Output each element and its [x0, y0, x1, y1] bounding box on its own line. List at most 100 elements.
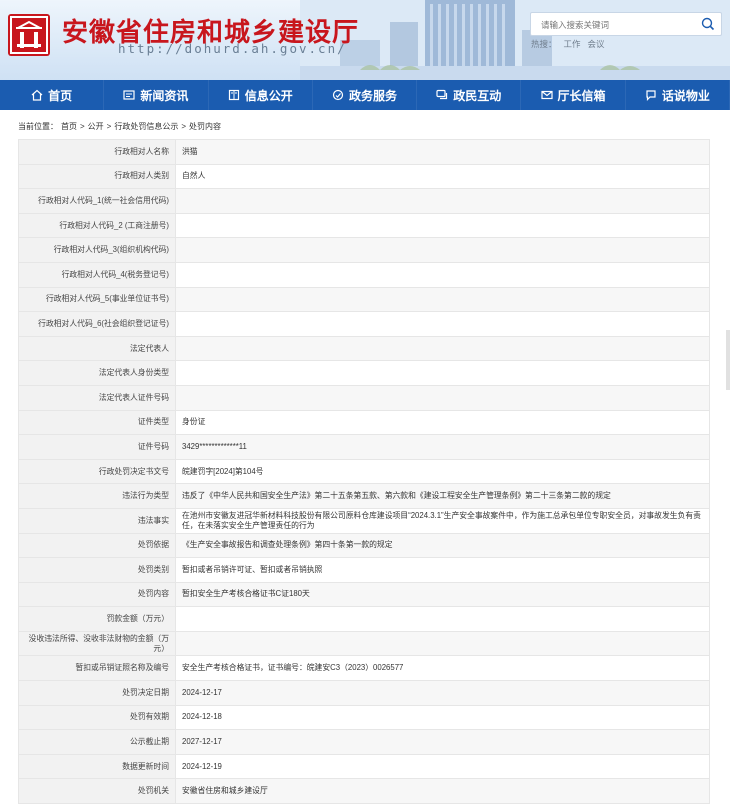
breadcrumb-prefix: 当前位置： [18, 122, 58, 131]
site-logo[interactable] [8, 14, 50, 56]
field-value: 《生产安全事故报告和调查处理条例》第四十条第一款的规定 [175, 532, 710, 559]
talk-icon [646, 90, 656, 101]
table-row: 行政相对人代码_5(事业单位证书号) [18, 286, 710, 313]
table-row: 处罚类别 暂扣或者吊销许可证、暂扣或者吊销执照 [18, 557, 710, 583]
field-label: 没收违法所得、没收非法财物的金额（万元） [18, 630, 176, 657]
penalty-detail-table: 行政相对人名称 洪猫 行政相对人类别 自然人 行政相对人代码_1(统一社会信用代码)… [18, 139, 710, 804]
field-label: 处罚决定日期 [18, 680, 176, 706]
nav-item-interaction[interactable]: 政民互动 [417, 80, 522, 110]
field-value [175, 360, 710, 386]
field-label: 处罚类别 [18, 557, 176, 583]
table-row: 数据更新时间 2024-12-19 [18, 753, 710, 780]
field-value: 暂扣安全生产考核合格证书C证180天 [175, 581, 710, 608]
search-box [530, 12, 722, 36]
site-header: 安徽省住房和城乡建设厅 http://dohurd.ah.gov.cn/ 热搜：… [0, 0, 730, 80]
field-value [175, 286, 710, 313]
table-row: 证件号码 3429*************11 [18, 434, 710, 460]
field-label: 行政相对人名称 [18, 139, 176, 165]
field-label: 行政相对人代码_3(组织机构代码) [18, 237, 176, 263]
table-row: 行政相对人代码_2 (工商注册号) [18, 212, 710, 239]
field-label: 行政相对人类别 [18, 163, 176, 190]
field-value: 自然人 [175, 163, 710, 190]
nav-item-home[interactable]: 首页 [0, 80, 105, 110]
table-row: 罚款金额（万元） [18, 606, 710, 632]
field-label: 行政相对人代码_1(统一社会信用代码) [18, 188, 176, 214]
table-row: 公示截止期 2027-12-17 [18, 729, 710, 755]
field-label: 行政相对人代码_4(税务登记号) [18, 261, 176, 288]
table-row: 处罚内容 暂扣安全生产考核合格证书C证180天 [18, 581, 710, 608]
breadcrumb-separator: > [80, 122, 85, 131]
table-row: 法定代表人证件号码 [18, 384, 710, 411]
field-value: 洪猫 [175, 139, 710, 165]
field-label: 行政相对人代码_5(事业单位证书号) [18, 286, 176, 313]
table-row: 违法事实 在池州市安徽友进冠华新材料科技股份有限公司原料仓库建设项目“2024.3… [18, 507, 710, 534]
field-label: 行政处罚决定书文号 [18, 458, 176, 485]
field-label: 处罚内容 [18, 581, 176, 608]
field-label: 行政相对人代码_2 (工商注册号) [18, 212, 176, 239]
field-label: 行政相对人代码_6(社会组织登记证号) [18, 311, 176, 337]
table-row: 行政相对人代码_3(组织机构代码) [18, 237, 710, 263]
logo-emblem-icon [10, 16, 48, 54]
table-row: 暂扣或吊销证照名称及编号 安全生产考核合格证书，证书编号：皖建安C3（2023）0… [18, 655, 710, 682]
field-label: 公示截止期 [18, 729, 176, 755]
table-row: 处罚机关 安徽省住房和城乡建设厅 [18, 778, 710, 804]
breadcrumb-link-penalty-list[interactable]: 行政处罚信息公示 [114, 122, 178, 131]
nav-item-label: 首页 [48, 88, 73, 103]
table-row: 违法行为类型 违反了《中华人民共和国安全生产法》第二十五条第五款、第六款和《建设工… [18, 483, 710, 509]
nav-item-news[interactable]: 新闻资讯 [104, 80, 209, 110]
search-icon[interactable] [701, 17, 715, 31]
news-icon [123, 90, 136, 100]
nav-item-info-public[interactable]: 信息公开 [209, 80, 313, 110]
field-value: 安全生产考核合格证书，证书编号：皖建安C3（2023）0026577 [175, 655, 710, 682]
field-value [175, 606, 710, 632]
table-row: 没收违法所得、没收非法财物的金额（万元） [18, 630, 710, 657]
field-value [175, 212, 710, 239]
field-value [175, 335, 710, 362]
field-value [175, 188, 710, 214]
field-label: 证件类型 [18, 409, 176, 436]
main-nav: 首页 新闻资讯 信息公开 政务服务 政民互动 厅长信箱 话说物业 [0, 80, 730, 110]
field-value [175, 311, 710, 337]
field-value: 身份证 [175, 409, 710, 436]
breadcrumb-link-home[interactable]: 首页 [61, 122, 77, 131]
page-scrollbar[interactable] [726, 330, 730, 390]
nav-item-property-talk[interactable]: 话说物业 [626, 80, 730, 110]
field-value: 2024-12-18 [175, 704, 710, 731]
table-row: 处罚有效期 2024-12-18 [18, 704, 710, 731]
nav-item-label: 话说物业 [661, 88, 710, 103]
field-value: 2024-12-19 [175, 753, 710, 780]
field-label: 罚款金额（万元） [18, 606, 176, 632]
field-value: 安徽省住房和城乡建设厅 [175, 778, 710, 804]
field-label: 违法事实 [18, 507, 176, 534]
breadcrumb-current: 处罚内容 [189, 122, 222, 131]
hot-words-label: 热搜： [531, 39, 557, 49]
field-value [175, 384, 710, 411]
breadcrumb-link-public[interactable]: 公开 [88, 122, 104, 131]
breadcrumb-separator: > [106, 122, 112, 131]
site-url: http://dohurd.ah.gov.cn/ [118, 41, 347, 56]
nav-item-gov-service[interactable]: 政务服务 [313, 80, 418, 110]
table-row: 行政相对人代码_6(社会组织登记证号) [18, 311, 710, 337]
table-row: 法定代表人 [18, 335, 710, 362]
table-row: 行政相对人类别 自然人 [18, 163, 710, 190]
hot-word-link[interactable]: 会议 [588, 39, 605, 49]
field-value: 皖建罚字[2024]第104号 [175, 458, 710, 485]
table-row: 法定代表人身份类型 [18, 360, 710, 386]
nav-item-label: 信息公开 [244, 88, 293, 103]
field-value: 2027-12-17 [175, 729, 710, 755]
hot-word-link[interactable]: 工作 [564, 39, 581, 49]
field-label: 处罚依据 [18, 532, 176, 559]
field-label: 法定代表人 [18, 335, 176, 362]
table-row: 行政处罚决定书文号 皖建罚字[2024]第104号 [18, 458, 710, 485]
chat-icon [436, 89, 448, 100]
table-row: 证件类型 身份证 [18, 409, 710, 436]
field-value: 2024-12-17 [175, 680, 710, 706]
table-row: 处罚依据 《生产安全事故报告和调查处理条例》第四十条第一款的规定 [18, 532, 710, 559]
search-input[interactable] [539, 16, 693, 34]
mail-icon [540, 90, 553, 100]
nav-item-director-mailbox[interactable]: 厅长信箱 [521, 80, 626, 110]
table-row: 处罚决定日期 2024-12-17 [18, 680, 710, 706]
field-label: 数据更新时间 [18, 753, 176, 780]
field-label: 法定代表人身份类型 [18, 360, 176, 386]
field-label: 暂扣或吊销证照名称及编号 [18, 655, 176, 682]
